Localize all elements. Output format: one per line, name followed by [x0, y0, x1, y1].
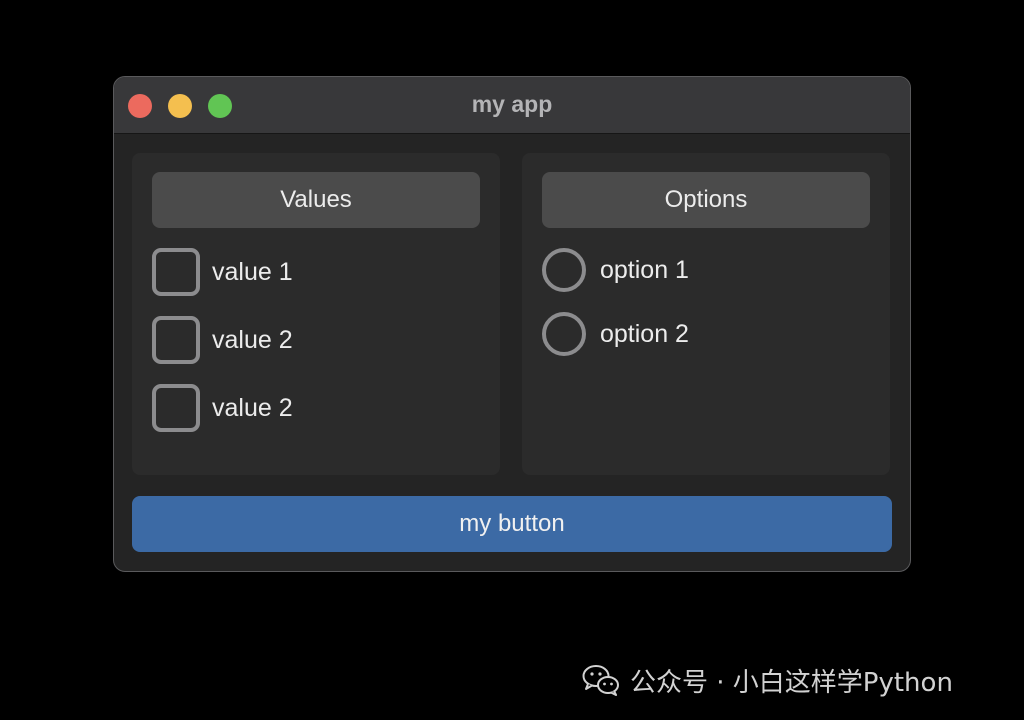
value-1-checkbox[interactable] [152, 248, 200, 296]
value-1-row[interactable]: value 1 [152, 248, 293, 296]
option-2-row[interactable]: option 2 [542, 310, 689, 358]
title-bar[interactable]: my app [114, 77, 910, 134]
my-button[interactable]: my button [132, 496, 892, 552]
value-3-label[interactable]: value 2 [212, 394, 293, 423]
option-2-radio[interactable] [542, 312, 586, 356]
watermark-text: 公众号 · 小白这样学Python [630, 667, 953, 698]
watermark: 公众号 · 小白这样学Python [582, 660, 953, 700]
option-1-radio[interactable] [542, 248, 586, 292]
value-2-label[interactable]: value 2 [212, 326, 293, 355]
value-2-checkbox[interactable] [152, 316, 200, 364]
values-header[interactable]: Values [152, 172, 480, 228]
value-2-row[interactable]: value 2 [152, 316, 293, 364]
value-1-label[interactable]: value 1 [212, 258, 293, 287]
option-1-label[interactable]: option 1 [600, 256, 689, 285]
wechat-icon [582, 665, 619, 696]
value-3-row[interactable]: value 2 [152, 384, 293, 432]
options-panel: Options option 1 option 2 [522, 153, 890, 475]
values-panel: Values value 1 value 2 value 2 [132, 153, 500, 475]
option-1-row[interactable]: option 1 [542, 246, 689, 294]
options-header[interactable]: Options [542, 172, 870, 228]
app-window: my app Values value 1 value 2 value 2 Op… [113, 76, 911, 572]
option-2-label[interactable]: option 2 [600, 320, 689, 349]
value-3-checkbox[interactable] [152, 384, 200, 432]
window-title: my app [471, 91, 553, 117]
